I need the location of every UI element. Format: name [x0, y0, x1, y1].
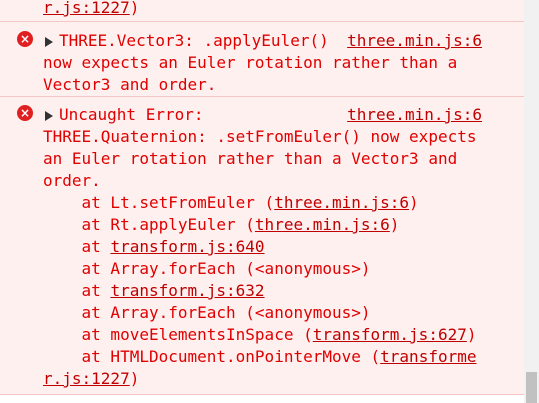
- expand-triangle-icon[interactable]: [45, 111, 53, 121]
- message-title: Uncaught Error:: [59, 105, 204, 124]
- source-link[interactable]: transform.js:632: [110, 281, 264, 300]
- partial-stack-line: r.js:1227): [43, 0, 139, 19]
- prompt-caret-icon[interactable]: ›: [20, 396, 27, 403]
- paren: ): [129, 0, 140, 17]
- stack-frame: at Array.forEach (<anonymous>): [43, 259, 371, 278]
- source-link[interactable]: transforme: [380, 347, 476, 366]
- stack-frame: at transform.js:632: [43, 281, 265, 300]
- message-line: THREE.Quaternion: .setFromEuler() now ex…: [43, 127, 477, 146]
- scrollbar-thumb[interactable]: [526, 372, 537, 403]
- message-line: Vector3 and order.: [43, 75, 217, 94]
- stack-frame: at transform.js:640: [43, 237, 265, 256]
- message-line: order.: [43, 171, 101, 190]
- error-circle-icon: ×: [17, 105, 33, 121]
- console-error-message: × THREE.Vector3: .applyEuler() three.min…: [0, 22, 524, 97]
- source-link[interactable]: three.min.js:6: [347, 30, 482, 52]
- source-link[interactable]: r.js:1227: [43, 369, 130, 388]
- stack-frame: r.js:1227): [43, 369, 140, 388]
- source-link[interactable]: three.min.js:6: [255, 215, 390, 234]
- expand-triangle-icon[interactable]: [45, 37, 53, 47]
- console-error-message: × Uncaught Error: three.min.js:6 THREE.Q…: [0, 97, 524, 395]
- stack-frame: at HTMLDocument.onPointerMove (transform…: [43, 347, 477, 366]
- stack-frame: at Array.forEach (<anonymous>): [43, 303, 371, 322]
- source-link[interactable]: r.js:1227: [43, 0, 130, 17]
- stack-frame: at moveElementsInSpace (transform.js:627…: [43, 325, 477, 344]
- stack-frame: at Rt.applyEuler (three.min.js:6): [43, 215, 400, 234]
- error-circle-icon: ×: [17, 31, 33, 47]
- vertical-scrollbar[interactable]: [524, 0, 539, 403]
- devtools-console: r.js:1227) × THREE.Vector3: .applyEuler(…: [0, 0, 539, 403]
- message-title: THREE.Vector3: .applyEuler(): [59, 31, 329, 50]
- stack-frame: at Lt.setFromEuler (three.min.js:6): [43, 193, 419, 212]
- source-link[interactable]: transform.js:627: [313, 325, 467, 344]
- source-link[interactable]: transform.js:640: [110, 237, 264, 256]
- source-link[interactable]: three.min.js:6: [347, 104, 482, 126]
- message-line: an Euler rotation rather than a Vector3 …: [43, 149, 458, 168]
- console-message-partial: r.js:1227): [0, 0, 524, 22]
- message-line: now expects an Euler rotation rather tha…: [43, 53, 458, 72]
- source-link[interactable]: three.min.js:6: [274, 193, 409, 212]
